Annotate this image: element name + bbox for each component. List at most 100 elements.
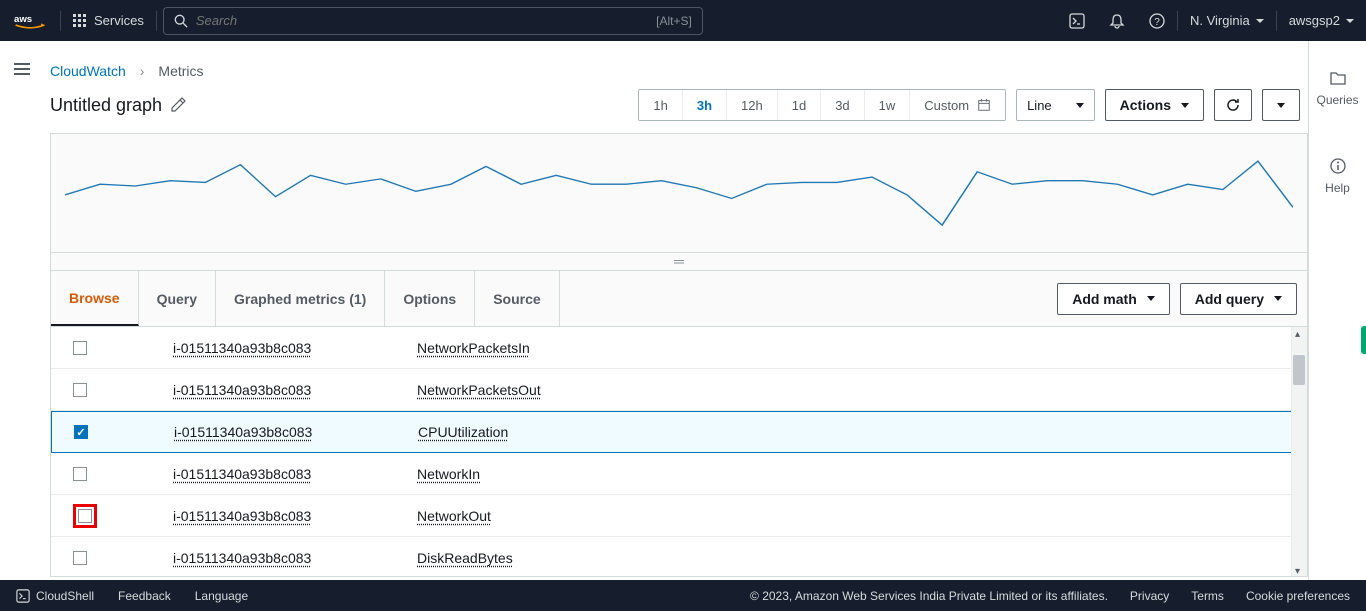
row-checkbox[interactable] (78, 509, 92, 523)
menu-toggle[interactable] (14, 60, 30, 78)
actions-label: Actions (1120, 97, 1171, 113)
time-range-1d[interactable]: 1d (778, 90, 821, 120)
table-row[interactable]: i-01511340a93b8c083 NetworkOut (51, 495, 1307, 537)
footer: CloudShell Feedback Language © 2023, Ama… (0, 580, 1366, 611)
folder-icon (1329, 69, 1347, 87)
tabs: Browse Query Graphed metrics (1) Options… (51, 271, 560, 326)
scrollbar-thumb[interactable] (1293, 355, 1305, 385)
table-row[interactable]: i-01511340a93b8c083 DiskReadBytes (51, 537, 1307, 577)
instance-link[interactable]: i-01511340a93b8c083 (173, 466, 311, 482)
info-icon (1329, 157, 1347, 175)
tab-query[interactable]: Query (139, 271, 216, 326)
refresh-icon (1225, 97, 1241, 113)
footer-left: CloudShell Feedback Language (16, 589, 248, 603)
breadcrumb-root[interactable]: CloudWatch (50, 63, 126, 79)
caret-down-icon (1181, 103, 1189, 108)
feedback-tab[interactable] (1361, 326, 1366, 354)
scrollbar[interactable]: ▴ ▾ (1291, 327, 1307, 576)
table-row[interactable]: i-01511340a93b8c083 NetworkPacketsOut (51, 369, 1307, 411)
cell-instance: i-01511340a93b8c083 (174, 424, 418, 440)
cell-checkbox (73, 504, 173, 528)
add-math-button[interactable]: Add math (1057, 283, 1170, 315)
actions-button[interactable]: Actions (1105, 89, 1204, 121)
time-range-1h[interactable]: 1h (639, 90, 682, 120)
row-checkbox[interactable] (74, 425, 88, 439)
highlight-marker (73, 504, 97, 528)
search-box[interactable]: [Alt+S] (163, 7, 703, 35)
account-selector[interactable]: awsgsp2 (1277, 0, 1366, 41)
refresh-button[interactable] (1214, 89, 1252, 121)
metric-link[interactable]: NetworkOut (417, 508, 491, 524)
region-label: N. Virginia (1190, 13, 1250, 28)
caret-down-icon (1076, 103, 1084, 108)
tab-options[interactable]: Options (385, 271, 475, 326)
cloudshell-icon[interactable] (1057, 0, 1097, 41)
time-range-3h[interactable]: 3h (683, 90, 727, 120)
toolbar: Untitled graph 1h3h12h1d3d1wCustom Line … (50, 89, 1308, 121)
tabs-bar: Browse Query Graphed metrics (1) Options… (50, 271, 1308, 327)
queries-panel-button[interactable]: Queries (1316, 69, 1358, 107)
tab-browse[interactable]: Browse (51, 271, 139, 326)
cell-instance: i-01511340a93b8c083 (173, 466, 417, 482)
row-checkbox[interactable] (73, 551, 87, 565)
help-icon[interactable]: ? (1137, 0, 1177, 41)
aws-logo[interactable]: aws (0, 0, 60, 41)
cell-checkbox (73, 341, 173, 355)
instance-link[interactable]: i-01511340a93b8c083 (173, 508, 311, 524)
add-math-label: Add math (1072, 291, 1137, 307)
cell-metric: NetworkPacketsOut (417, 382, 1307, 398)
terms-link[interactable]: Terms (1191, 589, 1224, 603)
metric-link[interactable]: NetworkPacketsOut (417, 382, 541, 398)
metric-link[interactable]: DiskReadBytes (417, 550, 513, 566)
caret-down-icon (1277, 103, 1285, 108)
add-query-button[interactable]: Add query (1180, 283, 1297, 315)
divider (156, 11, 157, 31)
language-button[interactable]: Language (195, 589, 248, 603)
chart-type-select[interactable]: Line (1016, 89, 1095, 121)
cloudshell-button[interactable]: CloudShell (16, 589, 94, 603)
instance-link[interactable]: i-01511340a93b8c083 (173, 382, 311, 398)
services-label: Services (94, 13, 144, 28)
notifications-icon[interactable] (1097, 0, 1137, 41)
caret-down-icon (1274, 296, 1282, 301)
account-label: awsgsp2 (1289, 13, 1340, 28)
row-checkbox[interactable] (73, 383, 87, 397)
region-selector[interactable]: N. Virginia (1178, 0, 1276, 41)
table-row[interactable]: i-01511340a93b8c083 NetworkPacketsIn (51, 327, 1307, 369)
tab-source[interactable]: Source (475, 271, 559, 326)
resize-handle[interactable]: ═ (50, 253, 1308, 271)
chevron-right-icon: › (140, 63, 145, 79)
search-icon (174, 14, 188, 28)
instance-link[interactable]: i-01511340a93b8c083 (173, 340, 311, 356)
row-checkbox[interactable] (73, 467, 87, 481)
instance-link[interactable]: i-01511340a93b8c083 (173, 550, 311, 566)
metric-link[interactable]: CPUUtilization (418, 424, 508, 440)
privacy-link[interactable]: Privacy (1130, 589, 1169, 603)
time-range-1w[interactable]: 1w (865, 90, 911, 120)
help-panel-button[interactable]: Help (1325, 157, 1350, 195)
table-row[interactable]: i-01511340a93b8c083 CPUUtilization (51, 411, 1307, 453)
refresh-options-button[interactable] (1262, 89, 1300, 121)
time-range-3d[interactable]: 3d (821, 90, 864, 120)
cell-instance: i-01511340a93b8c083 (173, 382, 417, 398)
table-row[interactable]: i-01511340a93b8c083 NetworkIn (51, 453, 1307, 495)
cookie-preferences-link[interactable]: Cookie preferences (1246, 589, 1350, 603)
cell-checkbox (73, 383, 173, 397)
instance-link[interactable]: i-01511340a93b8c083 (174, 424, 312, 440)
time-range-12h[interactable]: 12h (727, 90, 778, 120)
tab-graphed-metrics[interactable]: Graphed metrics (1) (216, 271, 385, 326)
caret-down-icon (1147, 296, 1155, 301)
edit-icon[interactable] (170, 97, 186, 113)
scroll-up-icon[interactable]: ▴ (1295, 329, 1303, 337)
feedback-button[interactable]: Feedback (118, 589, 171, 603)
metric-link[interactable]: NetworkPacketsIn (417, 340, 530, 356)
top-nav-left: aws Services [Alt+S] (0, 0, 703, 41)
time-range-custom[interactable]: Custom (910, 90, 1005, 120)
search-input[interactable] (196, 13, 656, 28)
cloudshell-icon (16, 589, 30, 603)
row-checkbox[interactable] (73, 341, 87, 355)
services-button[interactable]: Services (61, 0, 156, 41)
metric-link[interactable]: NetworkIn (417, 466, 480, 482)
scroll-down-icon[interactable]: ▾ (1295, 566, 1303, 574)
cell-instance: i-01511340a93b8c083 (173, 550, 417, 566)
